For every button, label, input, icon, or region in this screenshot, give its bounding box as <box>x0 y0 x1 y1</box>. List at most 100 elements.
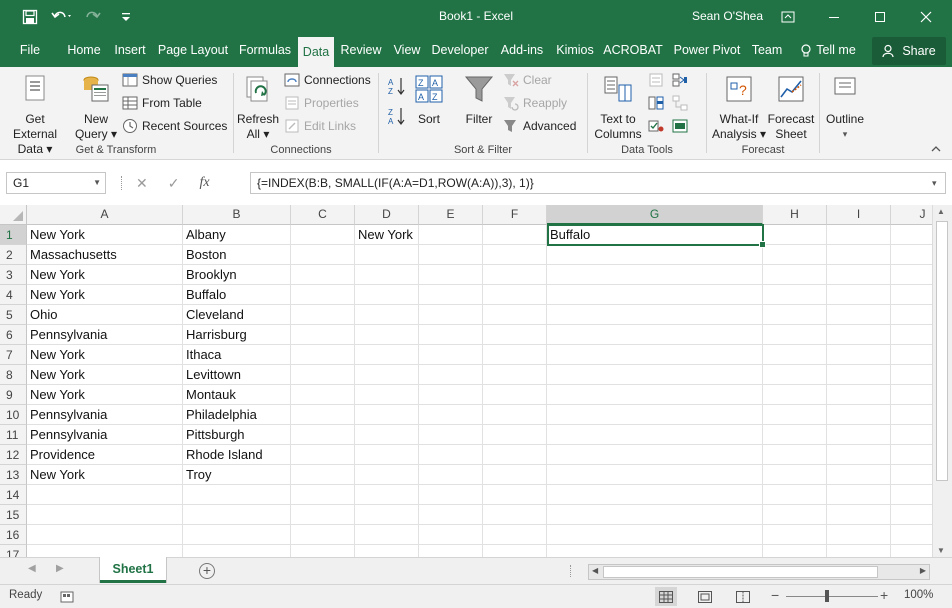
cell-d8[interactable] <box>355 365 419 385</box>
minimize-icon[interactable] <box>811 0 857 34</box>
cell-i8[interactable] <box>827 365 891 385</box>
zoom-out-icon[interactable]: − <box>771 587 779 603</box>
cell-f4[interactable] <box>483 285 547 305</box>
tab-insert[interactable]: Insert <box>109 34 151 67</box>
cell-e11[interactable] <box>419 425 483 445</box>
cell-i15[interactable] <box>827 505 891 525</box>
horizontal-scrollbar[interactable]: ◀ ▶ <box>588 564 930 580</box>
cell-c3[interactable] <box>291 265 355 285</box>
cell-d11[interactable] <box>355 425 419 445</box>
expand-formula-bar-icon[interactable]: ▾ <box>932 178 937 189</box>
cell-i16[interactable] <box>827 525 891 545</box>
cell-b3[interactable]: Brooklyn <box>183 265 291 285</box>
forecast-sheet-button[interactable]: Forecast Sheet <box>765 73 817 142</box>
cell-e4[interactable] <box>419 285 483 305</box>
add-sheet-icon[interactable]: + <box>199 563 215 579</box>
cell-d3[interactable] <box>355 265 419 285</box>
row-header[interactable]: 9 <box>0 385 27 405</box>
cell-b6[interactable]: Harrisburg <box>183 325 291 345</box>
tab-page-layout[interactable]: Page Layout <box>155 34 231 67</box>
flash-fill-button[interactable] <box>648 70 664 90</box>
cell-c10[interactable] <box>291 405 355 425</box>
cell-d5[interactable] <box>355 305 419 325</box>
cell-g10[interactable] <box>547 405 763 425</box>
cell-i10[interactable] <box>827 405 891 425</box>
cell-e2[interactable] <box>419 245 483 265</box>
cell-e9[interactable] <box>419 385 483 405</box>
row-header[interactable]: 14 <box>0 485 27 505</box>
cell-b7[interactable]: Ithaca <box>183 345 291 365</box>
cell-h2[interactable] <box>763 245 827 265</box>
name-box[interactable]: G1 ▼ <box>6 172 106 194</box>
scroll-down-icon[interactable]: ▼ <box>937 546 945 555</box>
cell-g2[interactable] <box>547 245 763 265</box>
cell-j6[interactable] <box>891 325 932 345</box>
cell-g11[interactable] <box>547 425 763 445</box>
manage-data-model-button[interactable] <box>672 116 688 136</box>
cell-g16[interactable] <box>547 525 763 545</box>
normal-view-icon[interactable] <box>655 587 677 606</box>
cell-i4[interactable] <box>827 285 891 305</box>
cell-h15[interactable] <box>763 505 827 525</box>
formula-input[interactable]: {=INDEX(B:B, SMALL(IF(A:A=D1,ROW(A:A)),3… <box>250 172 946 194</box>
insert-function-button[interactable]: fx <box>199 175 209 191</box>
consolidate-button[interactable] <box>672 70 688 90</box>
cell-d9[interactable] <box>355 385 419 405</box>
cell-c1[interactable] <box>291 225 355 245</box>
page-break-preview-icon[interactable] <box>732 587 754 606</box>
cell-c4[interactable] <box>291 285 355 305</box>
cell-h17[interactable] <box>763 545 827 557</box>
cell-j16[interactable] <box>891 525 932 545</box>
show-queries-button[interactable]: Show Queries <box>122 70 217 90</box>
macro-recording-icon[interactable] <box>60 590 74 607</box>
cell-j9[interactable] <box>891 385 932 405</box>
cell-f9[interactable] <box>483 385 547 405</box>
cell-g17[interactable] <box>547 545 763 557</box>
cell-g8[interactable] <box>547 365 763 385</box>
cell-b9[interactable]: Montauk <box>183 385 291 405</box>
outline-button[interactable]: Outline ▾ <box>822 73 868 142</box>
cell-e1[interactable] <box>419 225 483 245</box>
cell-a11[interactable]: Pennsylvania <box>27 425 183 445</box>
next-sheet-icon[interactable]: ▶ <box>56 563 64 574</box>
cell-b14[interactable] <box>183 485 291 505</box>
tab-data[interactable]: Data <box>298 37 334 67</box>
zoom-slider-thumb[interactable] <box>825 590 829 602</box>
cell-e13[interactable] <box>419 465 483 485</box>
cell-i12[interactable] <box>827 445 891 465</box>
cell-f12[interactable] <box>483 445 547 465</box>
sort-z-to-a-button[interactable]: ZA <box>387 106 407 126</box>
cell-c14[interactable] <box>291 485 355 505</box>
cell-e12[interactable] <box>419 445 483 465</box>
cell-c11[interactable] <box>291 425 355 445</box>
maximize-icon[interactable] <box>857 0 903 34</box>
from-table-button[interactable]: From Table <box>122 93 202 113</box>
cell-b10[interactable]: Philadelphia <box>183 405 291 425</box>
cell-e17[interactable] <box>419 545 483 557</box>
worksheet-grid[interactable]: ABCDEFGHIJ 1 New York Albany New York Buffal… <box>0 205 932 557</box>
row-header[interactable]: 15 <box>0 505 27 525</box>
cell-j15[interactable] <box>891 505 932 525</box>
cell-a1[interactable]: New York <box>27 225 183 245</box>
cell-h10[interactable] <box>763 405 827 425</box>
cell-e8[interactable] <box>419 365 483 385</box>
close-icon[interactable] <box>903 0 949 34</box>
column-header-b[interactable]: B <box>183 205 291 225</box>
row-header[interactable]: 7 <box>0 345 27 365</box>
tab-kimios[interactable]: Kimios <box>553 34 597 67</box>
cell-f15[interactable] <box>483 505 547 525</box>
column-header-h[interactable]: H <box>763 205 827 225</box>
cell-f7[interactable] <box>483 345 547 365</box>
cell-f3[interactable] <box>483 265 547 285</box>
sort-a-to-z-button[interactable]: AZ <box>387 76 407 96</box>
row-header[interactable]: 6 <box>0 325 27 345</box>
row-header[interactable]: 10 <box>0 405 27 425</box>
cell-b8[interactable]: Levittown <box>183 365 291 385</box>
cell-a9[interactable]: New York <box>27 385 183 405</box>
cell-h12[interactable] <box>763 445 827 465</box>
cell-a16[interactable] <box>27 525 183 545</box>
cell-g6[interactable] <box>547 325 763 345</box>
cell-e16[interactable] <box>419 525 483 545</box>
cell-i6[interactable] <box>827 325 891 345</box>
row-header[interactable]: 17 <box>0 545 27 557</box>
